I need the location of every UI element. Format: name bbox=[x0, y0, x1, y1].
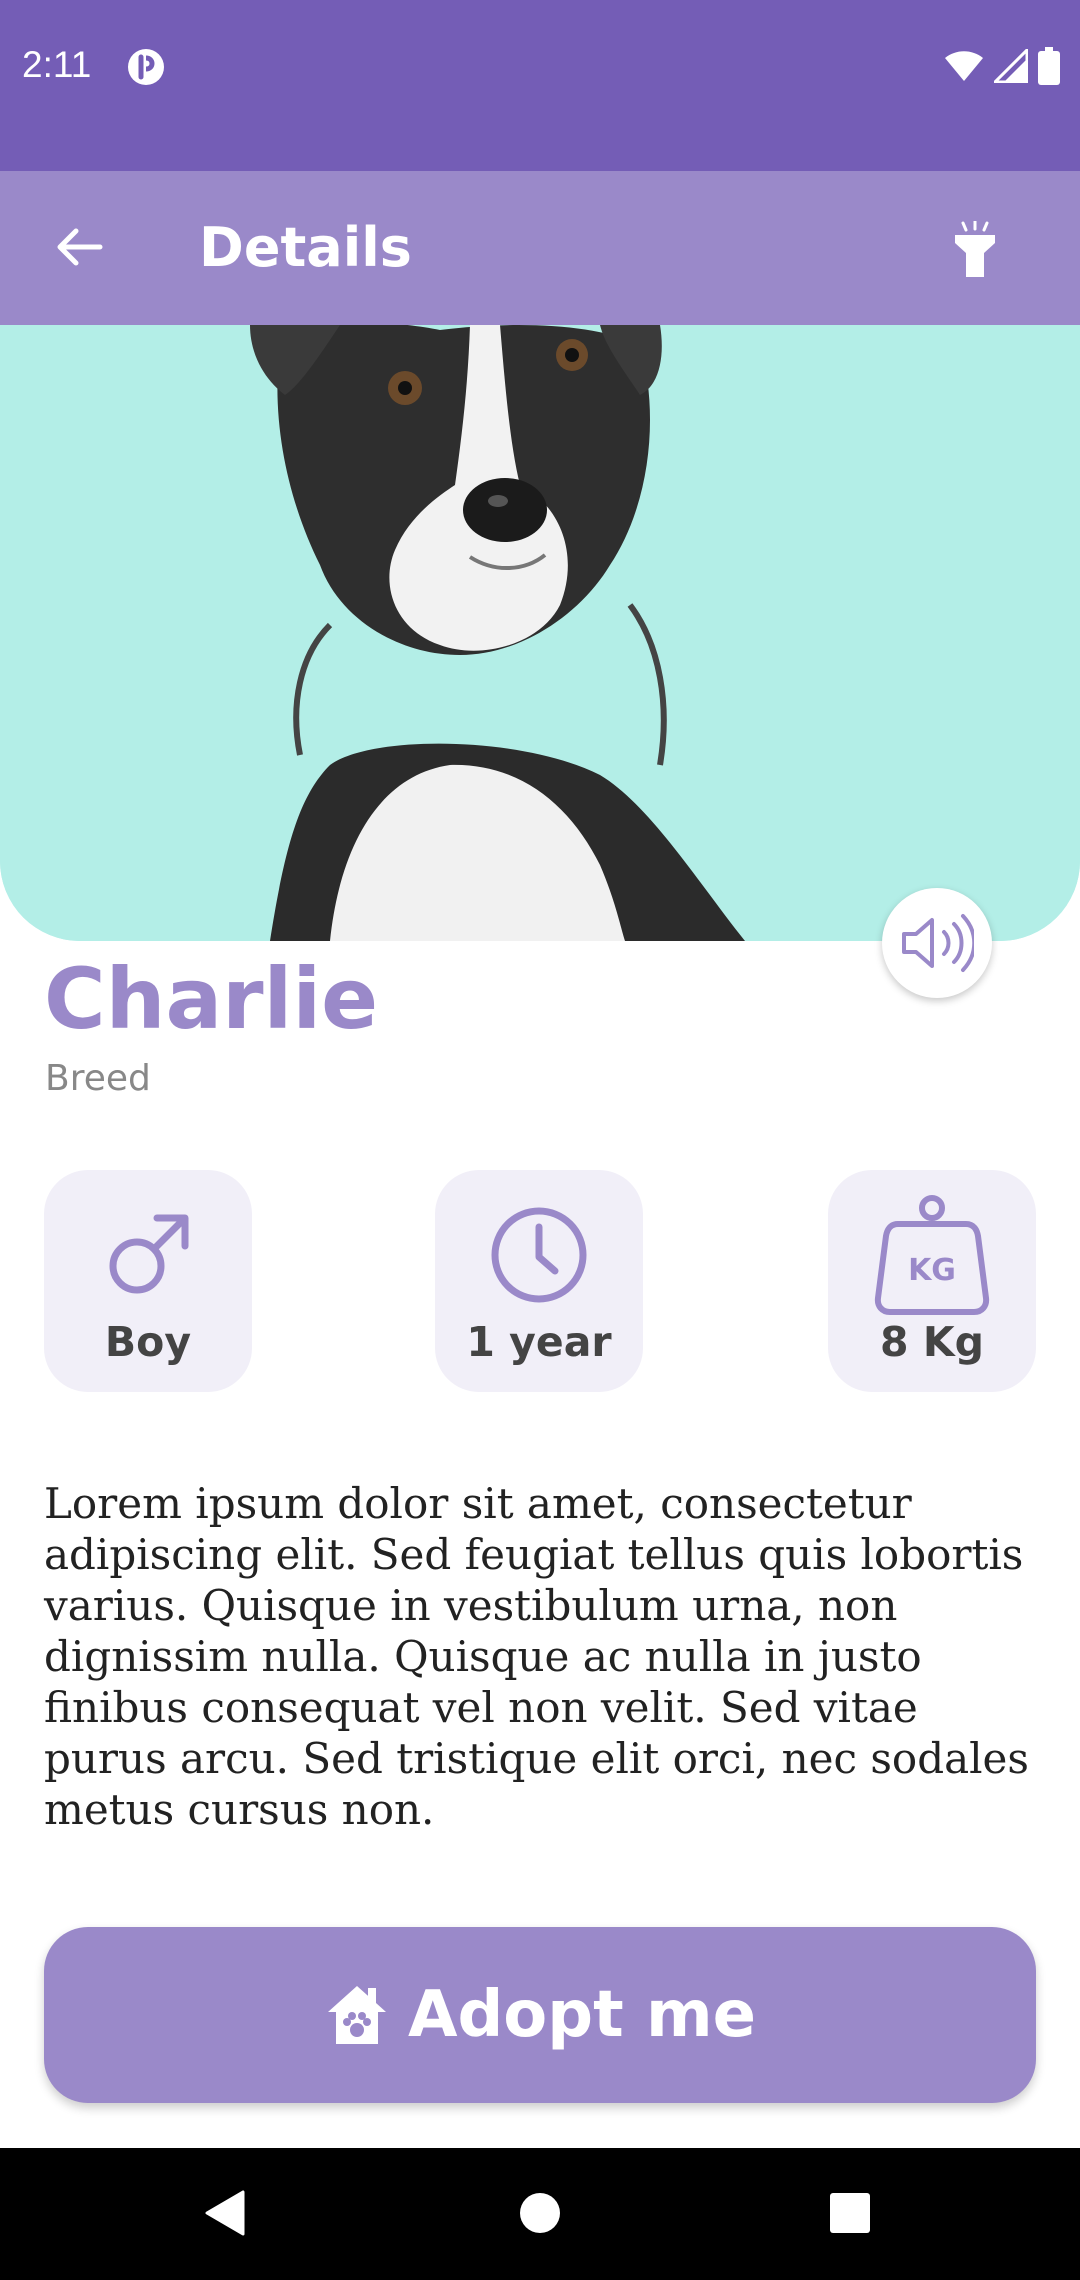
weight-card: KG 8 Kg bbox=[828, 1170, 1036, 1392]
battery-icon bbox=[1038, 47, 1060, 85]
app-bar: Details bbox=[0, 171, 1080, 325]
flashlight-button[interactable] bbox=[935, 211, 1015, 291]
svg-text:KG: KG bbox=[908, 1253, 956, 1288]
age-label: 1 year bbox=[466, 1318, 612, 1366]
nav-home-button[interactable] bbox=[500, 2178, 580, 2248]
signal-icon bbox=[994, 49, 1028, 83]
wifi-icon bbox=[945, 51, 983, 81]
app-notification-icon bbox=[128, 49, 164, 85]
back-triangle-icon bbox=[205, 2190, 245, 2236]
status-bar: 2:11 bbox=[0, 0, 1080, 171]
house-paw-icon bbox=[327, 1986, 386, 2044]
dog-illustration bbox=[0, 325, 1080, 941]
clock-icon bbox=[491, 1207, 587, 1303]
nav-back-button[interactable] bbox=[185, 2178, 265, 2248]
male-symbol-icon bbox=[109, 1214, 189, 1294]
weight-label: 8 Kg bbox=[880, 1318, 984, 1366]
gender-label: Boy bbox=[104, 1318, 192, 1366]
recents-square-icon bbox=[830, 2193, 870, 2233]
pet-photo bbox=[0, 325, 1080, 941]
back-button[interactable] bbox=[40, 207, 120, 287]
pet-name: Charlie bbox=[44, 950, 379, 1048]
age-card: 1 year bbox=[435, 1170, 643, 1392]
nav-recents-button[interactable] bbox=[810, 2178, 890, 2248]
status-time: 2:11 bbox=[22, 44, 92, 85]
page-title: Details bbox=[199, 216, 412, 279]
status-icons bbox=[944, 46, 1060, 86]
pet-breed: Breed bbox=[45, 1058, 151, 1099]
flashlight-icon bbox=[955, 221, 995, 277]
gender-card: Boy bbox=[44, 1170, 252, 1392]
adopt-button[interactable]: Adopt me bbox=[44, 1927, 1036, 2103]
pet-description: Lorem ipsum dolor sit amet, consectetur … bbox=[44, 1479, 1029, 1834]
speaker-icon bbox=[902, 914, 974, 972]
adopt-button-label: Adopt me bbox=[407, 1978, 757, 2052]
play-sound-button[interactable] bbox=[882, 888, 992, 998]
weight-kg-icon: KG bbox=[874, 1195, 990, 1315]
home-circle-icon bbox=[520, 2193, 560, 2233]
system-nav-bar bbox=[0, 2148, 1080, 2280]
back-arrow-icon bbox=[57, 228, 103, 266]
